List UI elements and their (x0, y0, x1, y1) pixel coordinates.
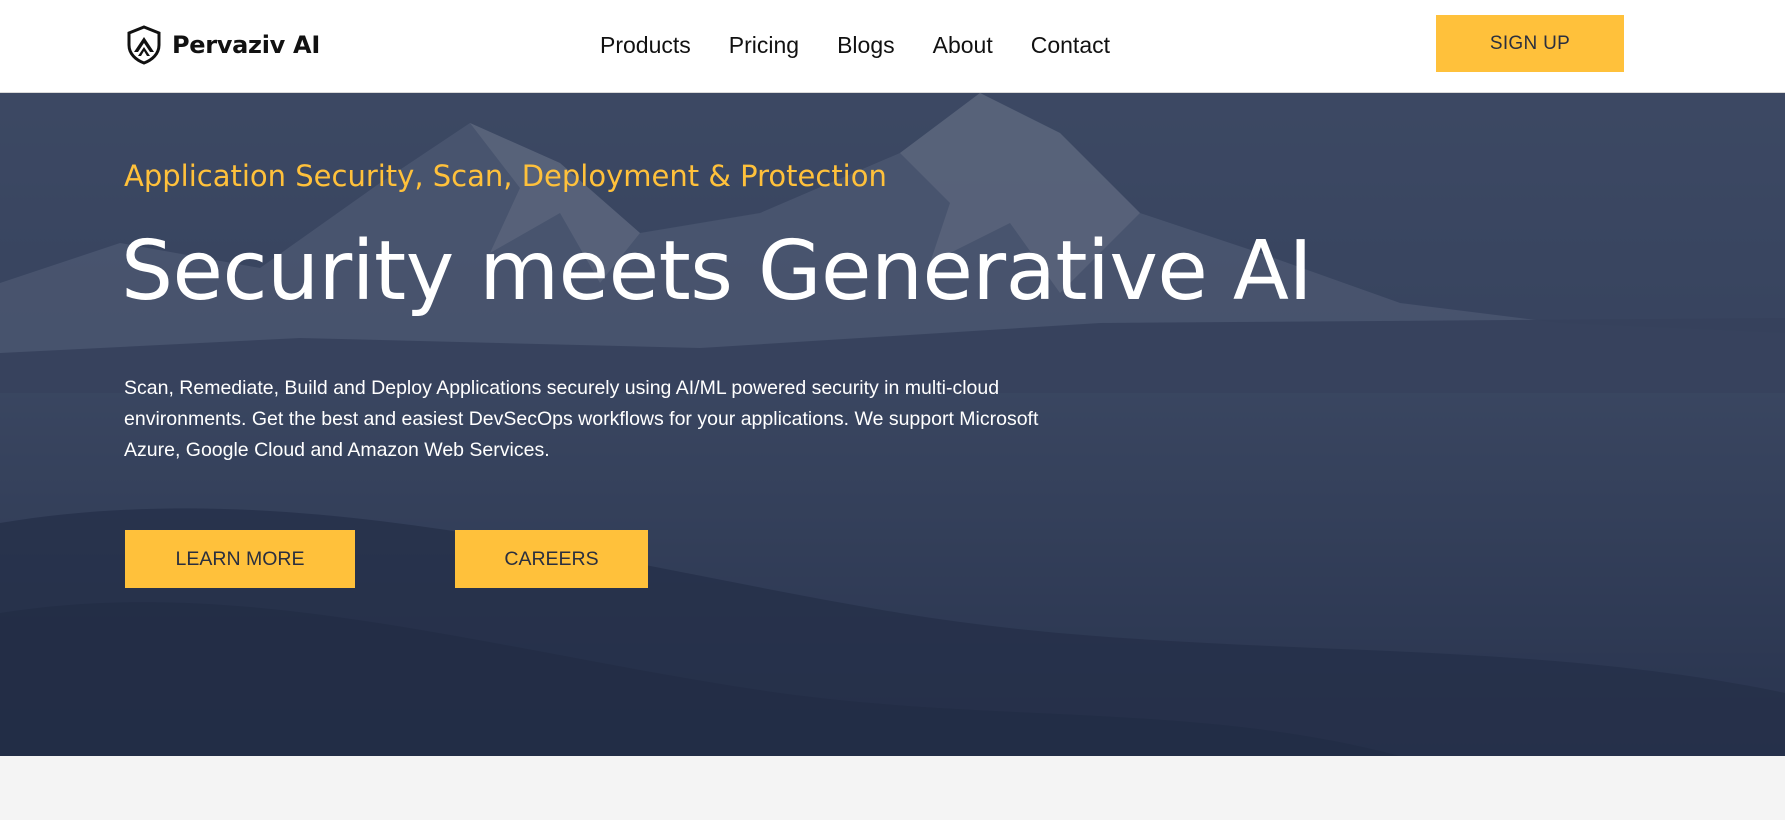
hero-headline: Security meets Generative AI (121, 224, 1313, 319)
primary-nav: Products Pricing Blogs About Contact (600, 0, 1110, 90)
nav-link-blogs[interactable]: Blogs (837, 32, 895, 59)
hero-content: Application Security, Scan, Deployment &… (121, 93, 1574, 756)
nav-link-products[interactable]: Products (600, 32, 691, 59)
careers-button[interactable]: CAREERS (455, 530, 648, 588)
learn-more-button[interactable]: LEARN MORE (125, 530, 355, 588)
hero-section: Application Security, Scan, Deployment &… (0, 93, 1785, 756)
nav-link-about[interactable]: About (933, 32, 993, 59)
below-hero-section (0, 756, 1785, 820)
brand-name: Pervaziv AI (172, 31, 320, 59)
nav-link-contact[interactable]: Contact (1031, 32, 1110, 59)
brand-logo[interactable]: Pervaziv AI (126, 25, 320, 65)
shield-logo-icon (126, 25, 162, 65)
top-navbar: Pervaziv AI Products Pricing Blogs About… (0, 0, 1785, 93)
sign-up-button[interactable]: SIGN UP (1436, 15, 1624, 72)
nav-link-pricing[interactable]: Pricing (729, 32, 799, 59)
hero-description: Scan, Remediate, Build and Deploy Applic… (124, 377, 1039, 461)
hero-eyebrow: Application Security, Scan, Deployment &… (124, 159, 887, 193)
